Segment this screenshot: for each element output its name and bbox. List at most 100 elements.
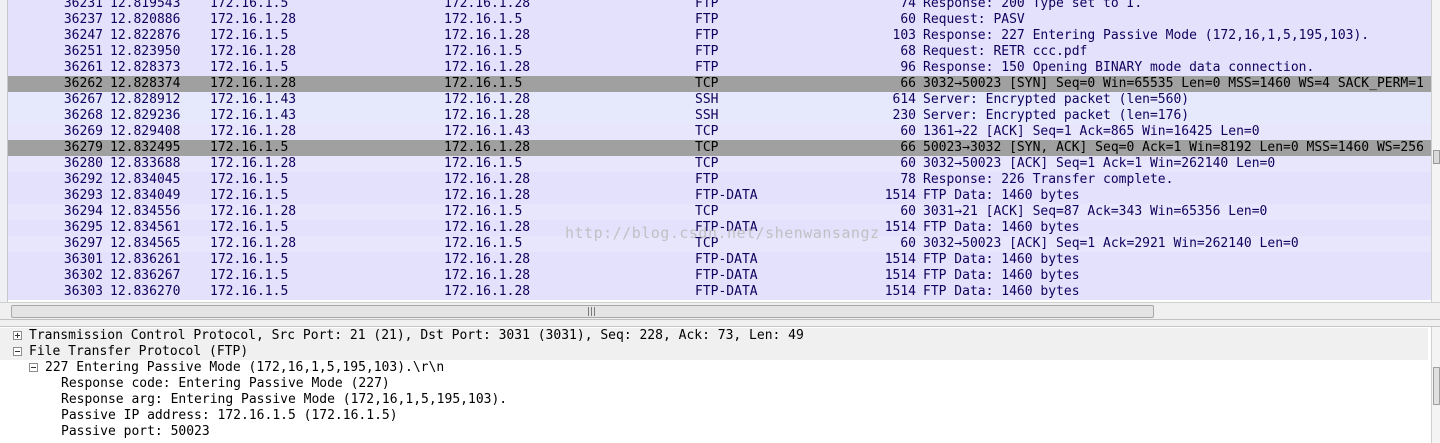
collapse-minus-icon[interactable]: [13, 347, 22, 356]
packet-source: 172.16.1.43: [210, 108, 297, 123]
packet-row[interactable]: 36269 12.829408 172.16.1.28 172.16.1.43 TCP 6…: [8, 124, 1431, 140]
packet-destination: 172.16.1.28: [444, 60, 531, 75]
packet-length: 60: [900, 156, 916, 171]
packet-row[interactable]: 36293 12.834049 172.16.1.5 172.16.1.28 FTP-D…: [8, 188, 1431, 204]
packet-number: 36295: [63, 220, 103, 235]
detail-tree-item[interactable]: Passive IP address: 172.16.1.5 (172.16.1…: [0, 408, 1428, 424]
packet-time: 12.828374: [110, 76, 181, 91]
packet-source: 172.16.1.5: [210, 268, 289, 283]
packet-length: 1514: [884, 284, 916, 299]
detail-tree-item[interactable]: Response arg: Entering Passive Mode (172…: [0, 392, 1428, 408]
packet-destination: 172.16.1.28: [444, 188, 531, 203]
packet-row[interactable]: 36280 12.833688 172.16.1.28 172.16.1.5 TCP 60…: [8, 156, 1431, 172]
packet-number: 36268: [63, 108, 103, 123]
packet-source: 172.16.1.28: [210, 44, 297, 59]
packet-info: FTP Data: 1460 bytes: [923, 268, 1080, 283]
packet-row[interactable]: 36231 12.819543 172.16.1.5 172.16.1.28 FTP 74…: [8, 0, 1431, 12]
packet-number: 36261: [63, 60, 103, 75]
packet-protocol: TCP: [695, 140, 719, 155]
packet-source: 172.16.1.5: [210, 220, 289, 235]
packet-time: 12.836261: [110, 252, 181, 267]
packet-details-pane: Transmission Control Protocol, Src Port:…: [0, 327, 1440, 443]
packet-row[interactable]: 36262 12.828374 172.16.1.28 172.16.1.5 TCP 66…: [8, 76, 1431, 92]
details-vertical-scrollbar[interactable]: [1431, 327, 1440, 443]
scroll-grip-icon: |||: [587, 307, 597, 317]
detail-text: Transmission Control Protocol, Src Port:…: [29, 328, 804, 343]
packet-number: 36294: [63, 204, 103, 219]
packet-row[interactable]: 36294 12.834556 172.16.1.28 172.16.1.5 TCP 60…: [8, 204, 1431, 220]
packet-source: 172.16.1.5: [210, 28, 289, 43]
packet-row[interactable]: 36237 12.820886 172.16.1.28 172.16.1.5 FTP 60…: [8, 12, 1431, 28]
packet-row[interactable]: 36267 12.828912 172.16.1.43 172.16.1.28 SSH 6…: [8, 92, 1431, 108]
vertical-scroll-thumb[interactable]: [1433, 150, 1440, 164]
expand-plus-icon[interactable]: [13, 331, 22, 340]
packet-destination: 172.16.1.28: [444, 28, 531, 43]
details-scroll-thumb[interactable]: [1433, 367, 1440, 405]
packet-info: 3032→50023 [SYN] Seq=0 Win=65535 Len=0 M…: [923, 76, 1424, 91]
detail-text: 227 Entering Passive Mode (172,16,1,5,19…: [45, 360, 445, 375]
detail-text: Response arg: Entering Passive Mode (172…: [61, 392, 508, 407]
horizontal-scroll-thumb[interactable]: |||: [11, 305, 1154, 318]
packet-row[interactable]: 36268 12.829236 172.16.1.43 172.16.1.28 SSH 2…: [8, 108, 1431, 124]
packet-row[interactable]: 36247 12.822876 172.16.1.5 172.16.1.28 FTP 10…: [8, 28, 1431, 44]
packet-length: 96: [900, 60, 916, 75]
collapse-minus-icon[interactable]: [29, 363, 38, 372]
packet-source: 172.16.1.28: [210, 204, 297, 219]
detail-tree-item[interactable]: Transmission Control Protocol, Src Port:…: [0, 328, 1428, 344]
packet-number: 36269: [63, 124, 103, 139]
packet-info: FTP Data: 1460 bytes: [923, 188, 1080, 203]
packet-protocol: TCP: [695, 124, 719, 139]
packet-time: 12.834561: [110, 220, 181, 235]
packet-destination: 172.16.1.28: [444, 220, 531, 235]
packet-protocol: SSH: [695, 92, 719, 107]
packet-length: 230: [892, 108, 916, 123]
packet-row[interactable]: 36301 12.836261 172.16.1.5 172.16.1.28 FTP-D…: [8, 252, 1431, 268]
packet-row[interactable]: 36251 12.823950 172.16.1.28 172.16.1.5 FTP 68…: [8, 44, 1431, 60]
detail-text: Passive IP address: 172.16.1.5 (172.16.1…: [61, 408, 398, 423]
packet-number: 36293: [63, 188, 103, 203]
packet-time: 12.833688: [110, 156, 181, 171]
packet-protocol: FTP: [695, 12, 719, 27]
packet-list-horizontal-scrollbar[interactable]: |||: [0, 302, 1440, 320]
packet-list-vertical-scrollbar[interactable]: [1431, 0, 1440, 302]
packet-number: 36303: [63, 284, 103, 299]
packet-info: Request: PASV: [923, 12, 1025, 27]
packet-protocol: TCP: [695, 76, 719, 91]
detail-tree-item[interactable]: Response code: Entering Passive Mode (22…: [0, 376, 1428, 392]
packet-time: 12.834565: [110, 236, 181, 251]
packet-destination: 172.16.1.28: [444, 0, 531, 11]
packet-length: 78: [900, 172, 916, 187]
packet-row[interactable]: 36303 12.836270 172.16.1.5 172.16.1.28 FTP-D…: [8, 284, 1431, 300]
packet-length: 68: [900, 44, 916, 59]
packet-destination: 172.16.1.28: [444, 252, 531, 267]
packet-row[interactable]: 36279 12.832495 172.16.1.5 172.16.1.28 TCP 66…: [8, 140, 1431, 156]
detail-tree-item[interactable]: File Transfer Protocol (FTP): [0, 344, 1428, 360]
pane-splitter[interactable]: [0, 320, 1440, 327]
packet-source: 172.16.1.28: [210, 124, 297, 139]
packet-protocol: FTP: [695, 44, 719, 59]
packet-source: 172.16.1.28: [210, 76, 297, 91]
packet-row[interactable]: 36292 12.834045 172.16.1.5 172.16.1.28 FTP 78…: [8, 172, 1431, 188]
packet-length: 614: [892, 92, 916, 107]
packet-protocol: SSH: [695, 108, 719, 123]
packet-source: 172.16.1.43: [210, 92, 297, 107]
packet-protocol: FTP-DATA: [695, 252, 758, 267]
packet-row[interactable]: 36261 12.828373 172.16.1.5 172.16.1.28 FTP 96…: [8, 60, 1431, 76]
packet-length: 60: [900, 204, 916, 219]
packet-time: 12.819543: [110, 0, 181, 11]
packet-length: 60: [900, 124, 916, 139]
packet-row[interactable]: 36302 12.836267 172.16.1.5 172.16.1.28 FTP-D…: [8, 268, 1431, 284]
packet-length: 1514: [884, 252, 916, 267]
packet-protocol: TCP: [695, 156, 719, 171]
packet-destination: 172.16.1.28: [444, 268, 531, 283]
packet-number: 36280: [63, 156, 103, 171]
packet-info: Response: 200 Type set to I.: [923, 0, 1143, 11]
packet-protocol: FTP: [695, 60, 719, 75]
detail-tree-item[interactable]: 227 Entering Passive Mode (172,16,1,5,19…: [0, 360, 1428, 376]
packet-time: 12.820886: [110, 12, 181, 27]
packet-destination: 172.16.1.28: [444, 284, 531, 299]
detail-tree-item[interactable]: Passive port: 50023: [0, 424, 1428, 440]
packet-number: 36237: [63, 12, 103, 27]
packet-info: 50023→3032 [SYN, ACK] Seq=0 Ack=1 Win=81…: [923, 140, 1424, 155]
packet-number: 36267: [63, 92, 103, 107]
